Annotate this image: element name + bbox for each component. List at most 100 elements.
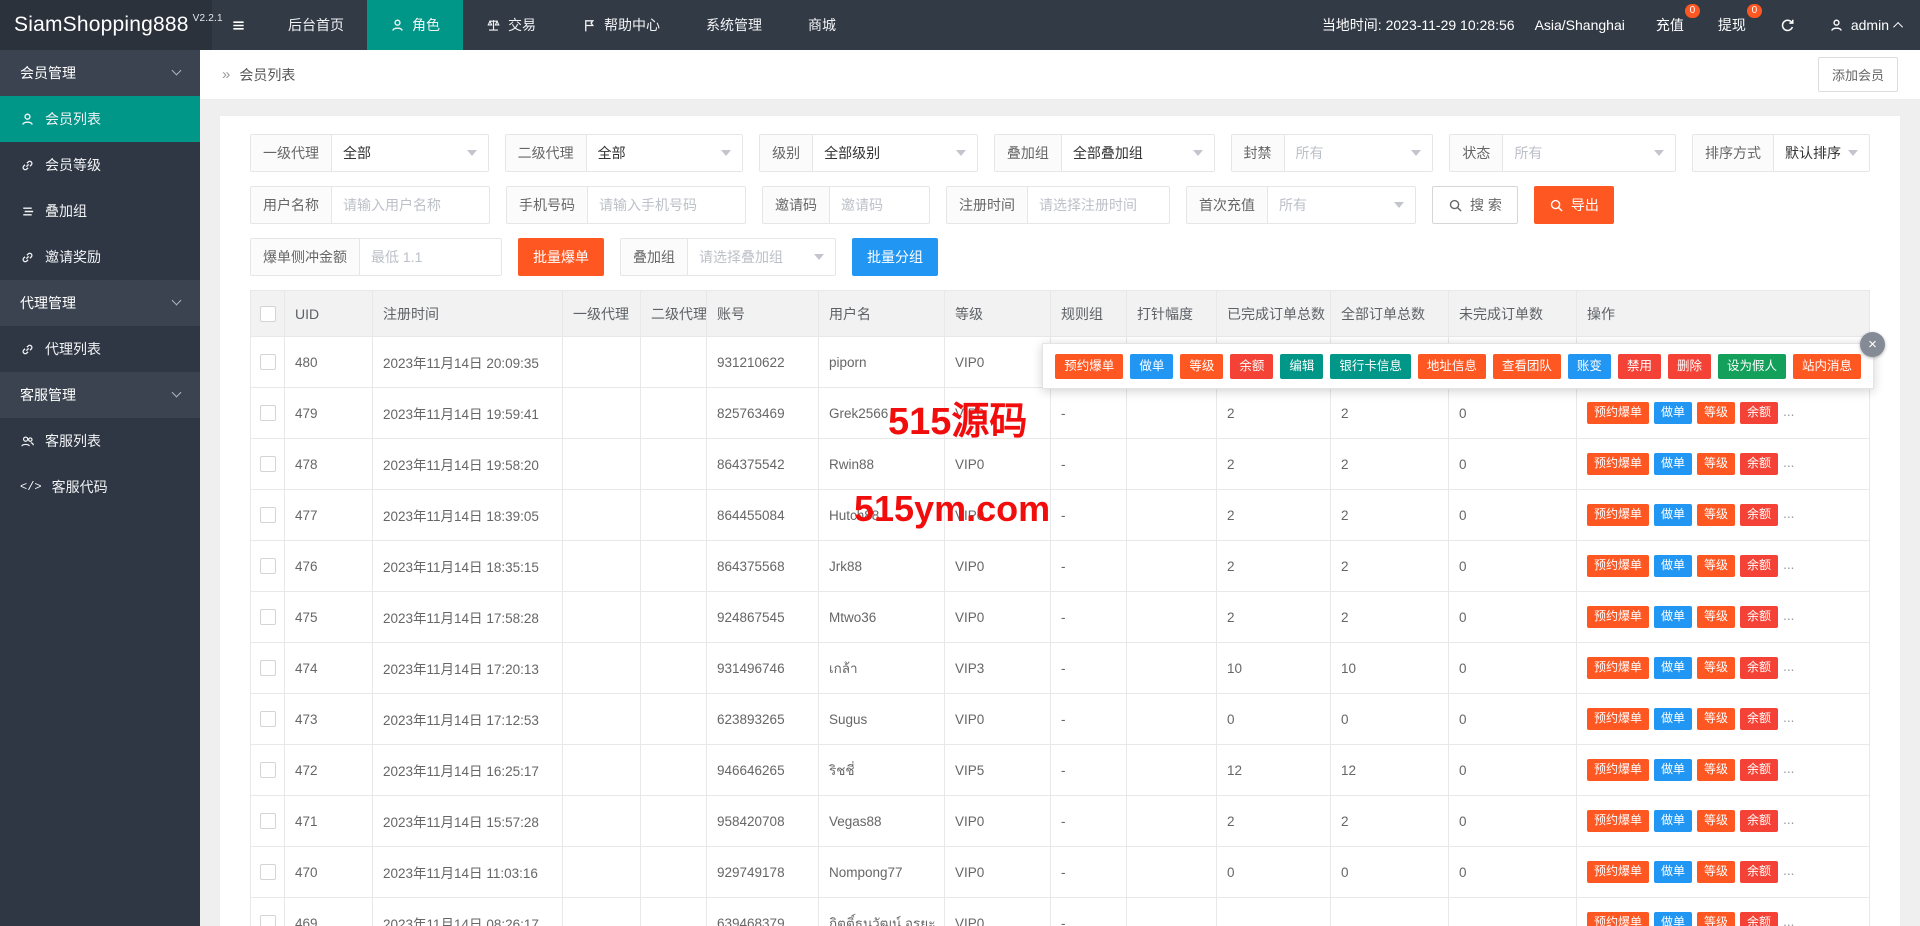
row-action-button[interactable]: 预约爆单 [1587,912,1649,926]
row-more-actions[interactable]: ... [1783,506,1794,521]
row-checkbox[interactable] [260,762,276,778]
row-checkbox[interactable] [260,456,276,472]
row-more-actions[interactable]: ... [1783,863,1794,878]
row-more-actions[interactable]: ... [1783,812,1794,827]
row-more-actions[interactable]: ... [1783,608,1794,623]
row-action-button[interactable]: 做单 [1654,708,1692,729]
row-action-button[interactable]: 等级 [1697,912,1735,926]
popup-action-button[interactable]: 删除 [1668,354,1711,379]
refresh-button[interactable] [1763,0,1812,50]
row-checkbox[interactable] [260,813,276,829]
row-more-actions[interactable]: ... [1783,659,1794,674]
row-checkbox[interactable] [260,711,276,727]
row-action-button[interactable]: 预约爆单 [1587,402,1649,423]
first-recharge-select[interactable]: 首次充值 所有 [1186,186,1416,224]
row-action-button[interactable]: 等级 [1697,759,1735,780]
popup-action-button[interactable]: 等级 [1180,354,1223,379]
row-checkbox[interactable] [260,609,276,625]
close-icon[interactable]: × [1860,332,1885,357]
sidebar-item-agent-list[interactable]: 代理列表 [0,326,200,372]
row-checkbox[interactable] [260,507,276,523]
row-action-button[interactable]: 余额 [1740,453,1778,474]
row-action-button[interactable]: 余额 [1740,708,1778,729]
row-action-button[interactable]: 等级 [1697,861,1735,882]
row-action-button[interactable]: 等级 [1697,708,1735,729]
popup-action-button[interactable]: 禁用 [1618,354,1661,379]
row-more-actions[interactable]: ... [1783,404,1794,419]
sidebar-item-member-level[interactable]: 会员等级 [0,142,200,188]
popup-action-button[interactable]: 账变 [1568,354,1611,379]
row-more-actions[interactable]: ... [1783,710,1794,725]
nav-item-system[interactable]: 系统管理 [683,0,785,50]
row-action-button[interactable]: 等级 [1697,453,1735,474]
row-checkbox[interactable] [260,354,276,370]
nav-item-roles[interactable]: 角色 [367,0,463,50]
row-action-button[interactable]: 余额 [1740,912,1778,926]
filter-sort-select[interactable]: 排序方式 默认排序 [1692,134,1870,172]
row-action-button[interactable]: 预约爆单 [1587,708,1649,729]
batch-group-select[interactable]: 叠加组 请选择叠加组 [620,238,836,276]
row-action-button[interactable]: 预约爆单 [1587,453,1649,474]
popup-action-button[interactable]: 编辑 [1280,354,1323,379]
row-action-button[interactable]: 余额 [1740,810,1778,831]
add-member-button[interactable]: 添加会员 [1818,57,1898,92]
filter-ban-select[interactable]: 封禁 所有 [1231,134,1434,172]
sidebar-section-agent-mgmt[interactable]: 代理管理 [0,280,200,326]
nav-item-help-center[interactable]: 帮助中心 [559,0,683,50]
popup-action-button[interactable]: 地址信息 [1418,354,1486,379]
search-button[interactable]: 搜 索 [1432,186,1518,224]
popup-action-button[interactable]: 银行卡信息 [1330,354,1411,379]
register-time-input[interactable] [1028,197,1169,213]
batch-group-button[interactable]: 批量分组 [852,238,938,276]
nav-item-mall[interactable]: 商城 [785,0,859,50]
row-action-button[interactable]: 等级 [1697,402,1735,423]
row-more-actions[interactable]: ... [1783,914,1794,926]
popup-action-button[interactable]: 预约爆单 [1055,354,1123,379]
row-action-button[interactable]: 做单 [1654,555,1692,576]
filter-status-select[interactable]: 状态 所有 [1449,134,1676,172]
row-action-button[interactable]: 预约爆单 [1587,810,1649,831]
filter-level-select[interactable]: 级别 全部级别 [759,134,978,172]
invite-code-input[interactable] [830,197,929,213]
row-more-actions[interactable]: ... [1783,761,1794,776]
row-action-button[interactable]: 预约爆单 [1587,606,1649,627]
batch-burst-button[interactable]: 批量爆单 [518,238,604,276]
row-checkbox[interactable] [260,558,276,574]
row-action-button[interactable]: 余额 [1740,759,1778,780]
withdraw-button[interactable]: 提现 0 [1701,0,1763,50]
burst-amount-input[interactable] [360,249,501,265]
row-action-button[interactable]: 等级 [1697,810,1735,831]
sidebar-item-service-list[interactable]: 客服列表 [0,418,200,464]
row-action-button[interactable]: 预约爆单 [1587,555,1649,576]
row-action-button[interactable]: 预约爆单 [1587,759,1649,780]
row-action-button[interactable]: 做单 [1654,657,1692,678]
row-action-button[interactable]: 等级 [1697,504,1735,525]
row-action-button[interactable]: 做单 [1654,912,1692,926]
row-action-button[interactable]: 做单 [1654,606,1692,627]
filter-stack-group-select[interactable]: 叠加组 全部叠加组 [994,134,1215,172]
nav-item-dashboard[interactable]: 后台首页 [265,0,367,50]
filter-agent1-select[interactable]: 一级代理 全部 [250,134,489,172]
sidebar-toggle-icon[interactable] [212,0,265,50]
row-action-button[interactable]: 做单 [1654,504,1692,525]
nav-item-trade[interactable]: 交易 [463,0,559,50]
sidebar-section-member-mgmt[interactable]: 会员管理 [0,50,200,96]
row-action-button[interactable]: 等级 [1697,555,1735,576]
row-action-button[interactable]: 做单 [1654,759,1692,780]
popup-action-button[interactable]: 做单 [1130,354,1173,379]
sidebar-item-invite-reward[interactable]: 邀请奖励 [0,234,200,280]
sidebar-item-service-code[interactable]: </> 客服代码 [0,464,200,510]
phone-input[interactable] [588,197,745,213]
row-action-button[interactable]: 预约爆单 [1587,861,1649,882]
row-action-button[interactable]: 余额 [1740,861,1778,882]
row-action-button[interactable]: 做单 [1654,402,1692,423]
row-action-button[interactable]: 做单 [1654,861,1692,882]
sidebar-item-stack-group[interactable]: 叠加组 [0,188,200,234]
popup-action-button[interactable]: 设为假人 [1718,354,1786,379]
row-more-actions[interactable]: ... [1783,455,1794,470]
row-action-button[interactable]: 做单 [1654,453,1692,474]
popup-action-button[interactable]: 余额 [1230,354,1273,379]
popup-action-button[interactable]: 查看团队 [1493,354,1561,379]
row-checkbox[interactable] [260,660,276,676]
sidebar-item-member-list[interactable]: 会员列表 [0,96,200,142]
